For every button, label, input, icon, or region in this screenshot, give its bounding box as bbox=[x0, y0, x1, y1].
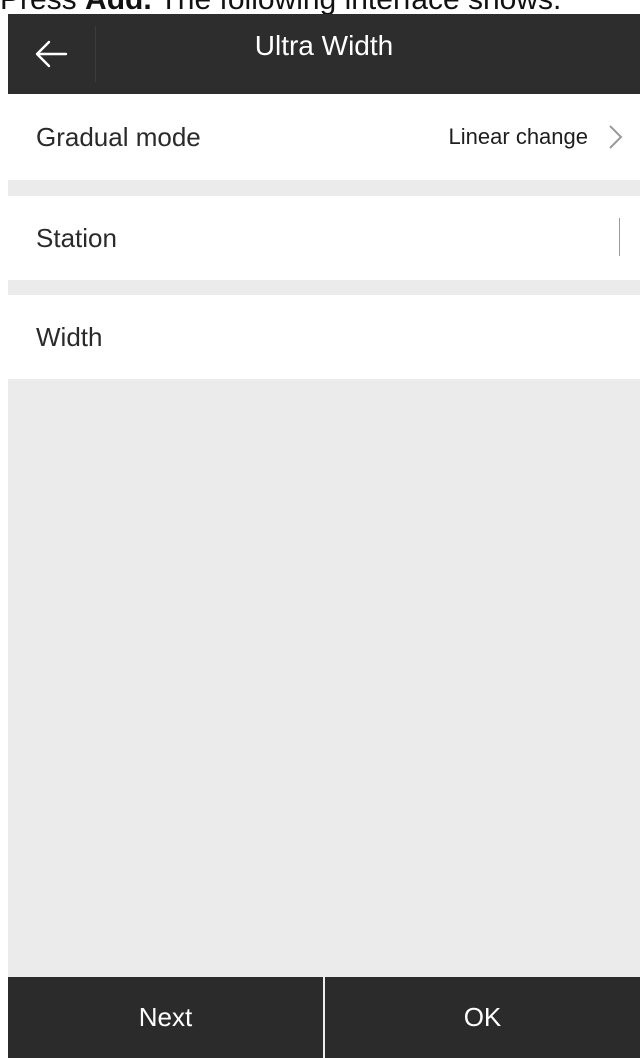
station-row: Station bbox=[8, 196, 640, 280]
instruction-caption: Press Add. The following interface shows… bbox=[0, 0, 640, 14]
app-screen: Ultra Width Gradual mode Linear change S… bbox=[8, 14, 640, 1058]
gradual-mode-label: Gradual mode bbox=[36, 121, 201, 152]
footer-bar: Next OK bbox=[8, 977, 640, 1058]
page-title: Ultra Width bbox=[254, 30, 394, 61]
page: Press Add. The following interface shows… bbox=[0, 0, 640, 1058]
station-label: Station bbox=[36, 222, 117, 253]
gradual-mode-row[interactable]: Gradual mode Linear change bbox=[8, 94, 640, 180]
caption-bold: Add. bbox=[85, 0, 152, 14]
app-bar: Ultra Width bbox=[8, 14, 640, 94]
back-button[interactable] bbox=[8, 14, 94, 94]
gradual-mode-value: Linear change bbox=[448, 124, 588, 149]
arrow-left-icon bbox=[35, 40, 68, 68]
width-input[interactable] bbox=[208, 295, 630, 379]
next-button[interactable]: Next bbox=[8, 977, 323, 1058]
width-label: Width bbox=[36, 321, 103, 352]
text-cursor bbox=[619, 218, 620, 256]
station-input[interactable] bbox=[208, 196, 630, 280]
caption-suffix: The following interface shows. bbox=[152, 0, 561, 14]
chevron-right-icon bbox=[609, 125, 623, 149]
ok-button[interactable]: OK bbox=[325, 977, 640, 1058]
app-bar-divider bbox=[95, 26, 96, 82]
caption-prefix: Press bbox=[0, 0, 85, 14]
width-row: Width bbox=[8, 295, 640, 379]
